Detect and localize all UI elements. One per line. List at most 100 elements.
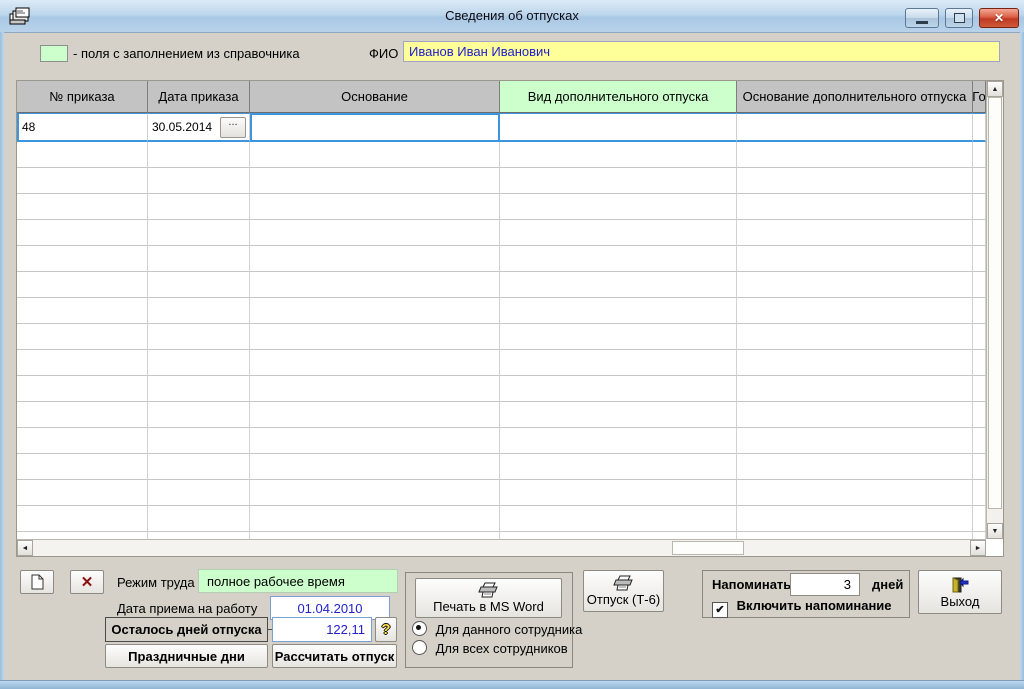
table-cell-empty: [973, 480, 986, 506]
table-cell-empty: [148, 272, 250, 298]
cell-year[interactable]: [973, 113, 986, 142]
table-cell-empty: [973, 298, 986, 324]
table-cell-empty: [250, 298, 500, 324]
table-cell-empty: [148, 220, 250, 246]
table-cell-empty: [148, 350, 250, 376]
table-cell-empty: [148, 428, 250, 454]
calculate-vacation-button[interactable]: Рассчитать отпуск: [272, 644, 397, 668]
table-cell-empty: [973, 350, 986, 376]
print-word-button[interactable]: Печать в MS Word: [415, 578, 562, 618]
table-cell-empty: [500, 272, 737, 298]
table-row-empty[interactable]: [17, 220, 986, 246]
close-button[interactable]: ✕: [979, 8, 1019, 28]
remind-checkbox[interactable]: ✔ Включить напоминание: [712, 598, 892, 618]
scroll-left-button[interactable]: ◄: [17, 540, 33, 556]
minimize-button[interactable]: [905, 8, 939, 28]
table-cell-empty: [148, 376, 250, 402]
scroll-right-button[interactable]: ►: [970, 540, 986, 556]
radio-selected-icon: [412, 621, 427, 636]
table-cell-empty: [737, 220, 973, 246]
cell-additional-vacation-basis[interactable]: [737, 113, 973, 142]
table-row-empty[interactable]: [17, 246, 986, 272]
table-row-empty[interactable]: [17, 506, 986, 532]
table-cell-empty: [250, 454, 500, 480]
table-row-selected[interactable]: 48 30.05.2014 ...: [17, 113, 986, 142]
vertical-scrollbar[interactable]: ▲ ▼: [986, 81, 1003, 541]
table-row-empty[interactable]: [17, 454, 986, 480]
table-cell-empty: [17, 298, 148, 324]
table-row-empty[interactable]: [17, 298, 986, 324]
table-row-empty[interactable]: [17, 168, 986, 194]
vertical-scrollbar-thumb[interactable]: [988, 97, 1002, 509]
vacation-t6-button[interactable]: Отпуск (Т-6): [583, 570, 664, 612]
days-left-field[interactable]: 122,11: [272, 617, 372, 642]
table-cell-empty: [17, 506, 148, 532]
exit-button[interactable]: Выход: [918, 570, 1002, 614]
help-icon: ?: [381, 621, 390, 638]
cell-order-date[interactable]: 30.05.2014 ...: [148, 113, 250, 142]
table-cell-empty: [17, 168, 148, 194]
printer-icon: [478, 582, 500, 598]
table-row-empty[interactable]: [17, 142, 986, 168]
scroll-down-button[interactable]: ▼: [987, 523, 1003, 539]
table-cell-empty: [250, 350, 500, 376]
table-cell-empty: [737, 168, 973, 194]
holidays-button[interactable]: Праздничные дни: [105, 644, 268, 668]
remind-days-input[interactable]: 3: [790, 573, 860, 596]
table-cell-empty: [500, 246, 737, 272]
table-grid: № приказа Дата приказа Основание Вид доп…: [17, 81, 986, 541]
new-record-button[interactable]: [20, 570, 54, 594]
minimize-icon: [916, 21, 928, 24]
print-word-label: Печать в MS Word: [433, 599, 544, 614]
table-row-empty[interactable]: [17, 194, 986, 220]
table-row-empty[interactable]: [17, 480, 986, 506]
table-cell-empty: [17, 454, 148, 480]
column-header-additional-vacation-basis: Основание дополнительного отпуска: [737, 81, 973, 113]
scroll-left-icon: ◄: [22, 545, 29, 552]
column-header-basis: Основание: [250, 81, 500, 113]
table-row-empty[interactable]: [17, 376, 986, 402]
radio-all-employees[interactable]: Для всех сотрудников: [412, 640, 568, 656]
cell-order-no[interactable]: 48: [17, 113, 148, 142]
help-button[interactable]: ?: [375, 617, 397, 642]
table-cell-empty: [737, 324, 973, 350]
maximize-button[interactable]: [945, 8, 973, 28]
table-row-empty[interactable]: [17, 350, 986, 376]
table-header-row: № приказа Дата приказа Основание Вид доп…: [17, 81, 986, 113]
table-cell-empty: [250, 246, 500, 272]
table-cell-empty: [17, 480, 148, 506]
fio-field[interactable]: Иванов Иван Иванович: [403, 41, 1000, 62]
table-cell-empty: [500, 220, 737, 246]
table-row-empty[interactable]: [17, 324, 986, 350]
table-cell-empty: [148, 298, 250, 324]
horizontal-scrollbar[interactable]: ◄ ►: [17, 539, 986, 556]
table-cell-empty: [250, 194, 500, 220]
radio-current-employee[interactable]: Для данного сотрудника: [412, 621, 582, 637]
cell-basis-focused[interactable]: [250, 113, 500, 142]
days-left-box: Осталось дней отпуска: [105, 617, 268, 642]
scroll-up-button[interactable]: ▲: [987, 81, 1003, 97]
column-header-year: Го: [973, 81, 986, 113]
table-cell-empty: [17, 246, 148, 272]
radio-all-employees-label: Для всех сотрудников: [436, 641, 568, 656]
window-title: Сведения об отпусках: [0, 8, 1024, 23]
horizontal-scrollbar-thumb[interactable]: [672, 541, 744, 555]
work-mode-field[interactable]: полное рабочее время: [198, 569, 398, 593]
table-cell-empty: [17, 142, 148, 168]
cell-additional-vacation-type[interactable]: [500, 113, 737, 142]
table-cell-empty: [17, 402, 148, 428]
table-row-empty[interactable]: [17, 402, 986, 428]
table-cell-empty: [500, 428, 737, 454]
scrollbar-corner: [986, 539, 1003, 556]
window-frame-bottom: [0, 680, 1024, 689]
table-cell-empty: [148, 480, 250, 506]
table-row-empty[interactable]: [17, 272, 986, 298]
delete-record-button[interactable]: ✕: [70, 570, 104, 594]
table-cell-empty: [737, 402, 973, 428]
table-cell-empty: [250, 506, 500, 532]
table-row-empty[interactable]: [17, 428, 986, 454]
legend-green-swatch: [40, 45, 68, 62]
column-header-additional-vacation-type: Вид дополнительного отпуска: [500, 81, 737, 113]
table-cell-empty: [17, 428, 148, 454]
date-picker-button[interactable]: ...: [220, 117, 246, 138]
